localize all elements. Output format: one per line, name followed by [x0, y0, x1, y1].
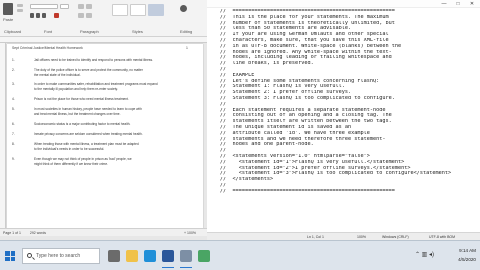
- chevron-up-icon[interactable]: ⌃: [415, 252, 420, 258]
- align-center-icon[interactable]: [86, 13, 92, 18]
- paste-icon[interactable]: [3, 3, 13, 15]
- word-count[interactable]: 292 words: [30, 231, 46, 235]
- find-icon[interactable]: [180, 5, 187, 12]
- font-color-icon[interactable]: [54, 13, 59, 18]
- cut-icon[interactable]: [17, 4, 23, 7]
- font-size-select[interactable]: [60, 4, 69, 9]
- style-heading[interactable]: [148, 4, 164, 16]
- maximize-button[interactable]: □: [451, 0, 465, 8]
- ribbon-label-paste: Paste: [3, 17, 14, 22]
- network-icon[interactable]: ▥: [422, 252, 428, 258]
- taskbar-search-input[interactable]: Type here to search: [22, 248, 100, 264]
- align-left-icon[interactable]: [78, 13, 84, 18]
- close-button[interactable]: ✕: [465, 0, 479, 8]
- ribbon-label-styles: Styles: [132, 29, 143, 34]
- document-header: Sept Criminal Justice/Mental Health Home…: [12, 46, 83, 50]
- page-number: 1: [186, 46, 188, 50]
- editor-title-bar: — □ ✕: [207, 0, 480, 8]
- ribbon-label-editing: Editing: [180, 29, 193, 34]
- code-line[interactable]: // =====================================…: [220, 189, 480, 195]
- file-explorer-icon[interactable]: [126, 250, 138, 262]
- editor-window: — □ ✕ // ===============================…: [207, 0, 480, 270]
- windows-start-icon[interactable]: [5, 251, 15, 261]
- word-ribbon: Paste Clipboard Font Paragraph Styles Ed…: [0, 0, 207, 37]
- list-item: might think of them differently if we kn…: [34, 162, 108, 166]
- copy-icon[interactable]: [17, 9, 23, 12]
- list-item: 7. Inmate privacy concerns are seldom con…: [12, 132, 143, 136]
- word-zoom[interactable]: + 100%: [184, 229, 196, 237]
- list-item: to the individual's needs in order to be…: [34, 147, 105, 151]
- minimize-button[interactable]: —: [437, 0, 451, 8]
- clock-date: 4/5/2020: [458, 257, 476, 262]
- list-item: the mental state of the individual.: [34, 73, 81, 77]
- ribbon-label-font: Font: [44, 29, 53, 34]
- style-no-spacing[interactable]: [130, 4, 146, 16]
- clock-time: 9:14 AM: [459, 248, 476, 253]
- search-icon: [27, 253, 32, 258]
- search-placeholder: Type here to search: [36, 253, 81, 259]
- task-view-icon[interactable]: [108, 250, 120, 262]
- list-item: 1. Jail officers need to be trained to id…: [12, 58, 154, 62]
- ribbon-label-clipboard: Clipboard: [4, 29, 22, 34]
- ribbon-label-paragraph: Paragraph: [80, 29, 99, 34]
- list-item: to the mentally ill population and help …: [34, 87, 118, 91]
- list-item: 4. Prison is not the place for those who …: [12, 97, 129, 101]
- word-status-bar: Page 1 of 1 292 words + 100%: [0, 228, 207, 236]
- page-count: Page 1 of 1: [3, 231, 21, 235]
- taskbar: Type here to search ⌃ ▥ ◂) 9:14 AM 4/5/2…: [0, 240, 480, 270]
- code-editor[interactable]: // =====================================…: [207, 8, 480, 232]
- bold-icon[interactable]: [30, 13, 34, 18]
- style-normal[interactable]: [112, 4, 128, 16]
- underline-icon[interactable]: [42, 13, 46, 18]
- clock[interactable]: 9:14 AM 4/5/2020: [458, 246, 476, 264]
- italic-icon[interactable]: [36, 13, 40, 18]
- store-icon[interactable]: [198, 250, 210, 262]
- font-name-select[interactable]: [30, 4, 58, 9]
- line-gutter: [210, 8, 217, 232]
- numbering-icon[interactable]: [86, 4, 92, 9]
- word-app-icon[interactable]: [162, 250, 174, 268]
- vertical-ruler[interactable]: [0, 43, 6, 228]
- word-window: Paste Clipboard Font Paragraph Styles Ed…: [0, 0, 207, 270]
- edge-browser-icon[interactable]: [144, 250, 156, 262]
- horizontal-ruler[interactable]: [0, 37, 207, 43]
- list-item: 6. Socioeconomic status is a major contri…: [12, 122, 131, 126]
- system-tray[interactable]: ⌃ ▥ ◂): [415, 251, 434, 258]
- editor-status-bar: Ln 1, Col 1 100% Windows (CRLF) UTF-8 wi…: [207, 232, 480, 240]
- notepad-app-icon[interactable]: [180, 250, 192, 268]
- bullets-icon[interactable]: [78, 4, 84, 9]
- list-item: and treat mental illness, but the treatm…: [34, 112, 121, 116]
- volume-icon[interactable]: ◂): [429, 252, 434, 258]
